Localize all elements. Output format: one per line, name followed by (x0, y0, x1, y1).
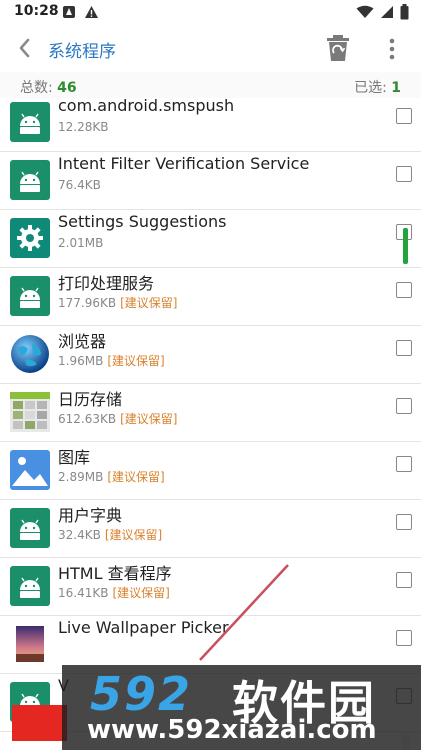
annotation-line (199, 564, 289, 661)
